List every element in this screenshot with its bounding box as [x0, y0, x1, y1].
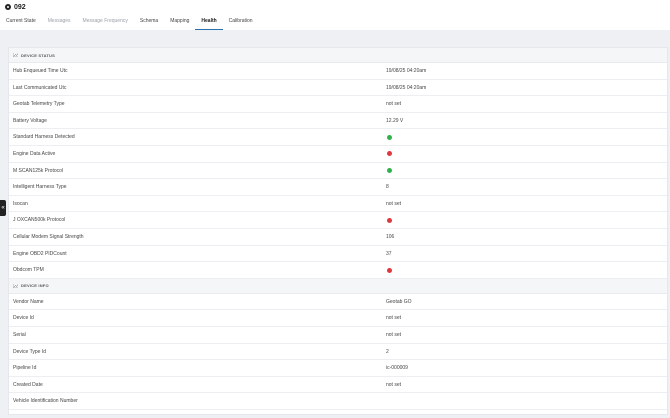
table-row: Battery Voltage 12.29 V [9, 113, 667, 130]
device-status-rows: Hub Enqueued Time Utc 19/08/25 04:20am Las… [9, 63, 667, 279]
health-panel: DEVICE STATUS Hub Enqueued Time Utc 19/08… [8, 47, 668, 415]
field-label: Isocan [13, 200, 28, 207]
field-label: Device Type Id [13, 348, 46, 355]
page-title: 092 [14, 3, 26, 11]
table-row: Cellular Modem Signal Strength 106 [9, 229, 667, 246]
table-row: Vendor Name Geotab GO [9, 294, 667, 311]
table-row: Device Id not set [9, 310, 667, 327]
chevron-left-icon: « [1, 205, 5, 211]
field-label: Obdcom TPM [13, 267, 44, 274]
field-label: Hub Enqueued Time Utc [13, 68, 68, 74]
section-title: DEVICE INFO [21, 283, 49, 289]
field-value: 19/08/25 04:20am [386, 84, 427, 91]
field-value: not set [386, 381, 402, 388]
chart-icon [13, 53, 18, 57]
field-value: 19/08/25 04:20am [386, 68, 427, 74]
field-value: not set [386, 101, 402, 108]
table-row: Standard Harness Detected [9, 129, 667, 146]
table-row: M SCAN125k Protocol [9, 163, 667, 180]
status-green-dot-icon [387, 134, 392, 140]
field-value: 2 [386, 348, 389, 355]
field-label: Battery Voltage [13, 117, 47, 124]
status-green-dot-icon [387, 168, 392, 174]
field-label: Intelligent Harness Type [13, 184, 67, 191]
field-value: 12.29 V [386, 117, 404, 124]
field-label: Engine Data Active [13, 150, 56, 157]
field-label: Created Date [13, 381, 43, 388]
table-row: Intelligent Harness Type 8 [9, 179, 667, 196]
table-row: Device Type Id 2 [9, 344, 667, 361]
field-label: Engine OBD2 PIDCount [13, 250, 67, 257]
table-row: Obdcom TPM [9, 262, 667, 279]
table-row: J OXCAN500k Protocol [9, 212, 667, 229]
table-row: Engine OBD2 PIDCount 37 [9, 246, 667, 263]
tab-message-frequency[interactable]: Message Frequency [77, 14, 134, 29]
field-value: not set [386, 200, 402, 207]
device-info-rows: Vendor Name Geotab GO Device Id not set Seri… [9, 294, 667, 410]
chart-icon [13, 283, 18, 288]
field-value: 106 [386, 233, 395, 240]
table-row: Pipeline Id ic-000009 [9, 360, 667, 377]
tab-calibration[interactable]: Calibration [223, 14, 259, 29]
field-label: Cellular Modem Signal Strength [13, 233, 84, 240]
field-value: not set [386, 315, 402, 322]
table-row: Created Date not set [9, 377, 667, 394]
field-label: Geotab Telemetry Type [13, 101, 65, 108]
field-value: 37 [386, 250, 392, 257]
field-label: J OXCAN500k Protocol [13, 217, 66, 224]
field-value: 8 [386, 184, 389, 191]
table-row: Isocan not set [9, 196, 667, 213]
status-red-dot-icon [387, 267, 392, 273]
field-label: M SCAN125k Protocol [13, 167, 64, 174]
top-bar: 092 Current State Messages Message Frequ… [0, 0, 670, 30]
table-row: Vehicle Identification Number [9, 393, 667, 410]
field-label: Last Communicated Utc [13, 84, 67, 91]
field-value: Geotab GO [386, 298, 412, 305]
tab-mapping[interactable]: Mapping [164, 14, 195, 29]
tab-bar: Current State Messages Message Frequency… [0, 14, 259, 30]
tab-schema[interactable]: Schema [134, 14, 164, 29]
table-row: Last Communicated Utc 19/08/25 04:20am [9, 80, 667, 97]
table-row: Serial not set [9, 327, 667, 344]
table-row: Hub Enqueued Time Utc 19/08/25 04:20am [9, 63, 667, 80]
field-value: not set [386, 331, 402, 338]
status-red-dot-icon [387, 217, 392, 223]
device-icon [5, 4, 11, 10]
status-red-dot-icon [387, 151, 392, 157]
device-status-header: DEVICE STATUS [9, 48, 667, 63]
device-info-header: DEVICE INFO [9, 278, 667, 294]
field-label: Pipeline Id [13, 365, 37, 372]
tab-health[interactable]: Health [195, 14, 223, 30]
field-label: Standard Harness Detected [13, 134, 75, 141]
field-label: Serial [13, 331, 26, 338]
section-title: DEVICE STATUS [21, 52, 56, 58]
field-label: Vehicle Identification Number [13, 398, 78, 405]
field-label: Vendor Name [13, 298, 44, 305]
sidebar-collapse-button[interactable]: « [0, 200, 6, 216]
field-label: Device Id [13, 315, 34, 322]
table-row: Geotab Telemetry Type not set [9, 96, 667, 113]
device-header: 092 [5, 2, 26, 12]
field-value: ic-000009 [386, 365, 408, 372]
tab-messages[interactable]: Messages [42, 14, 77, 29]
tab-current-state[interactable]: Current State [0, 14, 42, 29]
table-row: Engine Data Active [9, 146, 667, 163]
